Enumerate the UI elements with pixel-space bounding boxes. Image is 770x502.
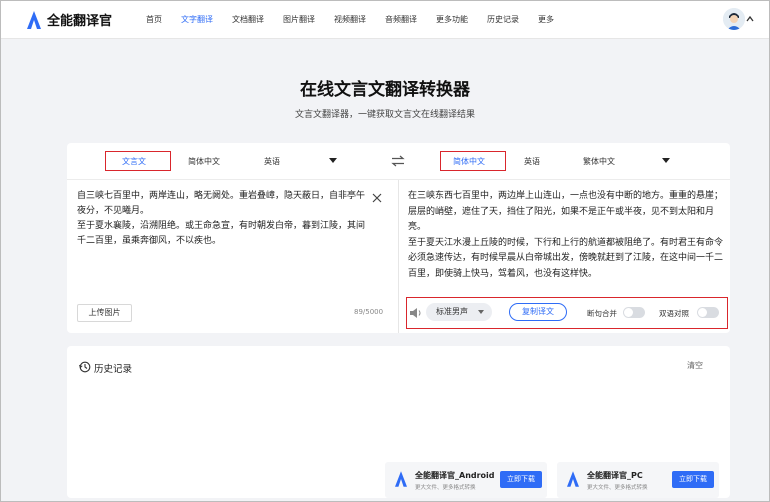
nav-history[interactable]: 历史记录 bbox=[487, 14, 519, 25]
promo-android: 全能翻译官_Android 更大文件、更多格式转换 立即下载 bbox=[385, 462, 547, 498]
promo-name: 全能翻译官_Android bbox=[415, 471, 495, 480]
nav-text-translate[interactable]: 文字翻译 bbox=[181, 14, 213, 25]
target-lang-traditional[interactable]: 繁体中文 bbox=[583, 156, 615, 167]
history-panel: 历史记录 清空 全能翻译官_Android 更大文件、更多格式转换 立即下载 全… bbox=[67, 346, 730, 498]
logo-text: 全能翻译官 bbox=[47, 14, 113, 29]
close-icon[interactable] bbox=[372, 193, 382, 203]
bilingual-toggle[interactable] bbox=[697, 307, 719, 318]
nav-more[interactable]: 更多 bbox=[538, 14, 554, 25]
promo-name: 全能翻译官_PC bbox=[587, 471, 643, 480]
target-lang-simplified[interactable]: 简体中文 bbox=[453, 156, 485, 167]
logo-icon bbox=[27, 10, 41, 29]
history-title: 历史记录 bbox=[94, 364, 133, 375]
page-subtitle: 文言文翻译器，一键获取文言文在线翻译结果 bbox=[294, 110, 475, 120]
source-lang-dropdown-icon[interactable] bbox=[329, 158, 337, 163]
voice-select-value: 标准男声 bbox=[436, 307, 468, 316]
promo-desc: 更大文件、更多格式转换 bbox=[415, 485, 476, 491]
download-pc-button[interactable]: 立即下载 bbox=[672, 471, 714, 488]
logo[interactable]: 全能翻译官 bbox=[27, 10, 112, 29]
merge-sentences-toggle[interactable] bbox=[623, 307, 645, 318]
merge-sentences-label: 断句合并 bbox=[587, 309, 617, 318]
copy-translation-button[interactable]: 复制译文 bbox=[509, 303, 567, 321]
promo-desc: 更大文件、更多格式转换 bbox=[587, 485, 648, 491]
source-text-input[interactable]: 自三峡七百里中，两岸连山，略无阙处。重岩叠嶂，隐天蔽日，自非亭午夜分，不见曦月。… bbox=[77, 189, 372, 249]
nav-audio-translate[interactable]: 音频翻译 bbox=[385, 14, 417, 25]
target-lang-dropdown-icon[interactable] bbox=[662, 158, 670, 163]
page-title: 在线文言文翻译转换器 bbox=[300, 80, 470, 100]
swap-languages-icon[interactable] bbox=[391, 155, 405, 167]
nav-doc-translate[interactable]: 文档翻译 bbox=[232, 14, 264, 25]
nav-image-translate[interactable]: 图片翻译 bbox=[283, 14, 315, 25]
promo-pc: 全能翻译官_PC 更大文件、更多格式转换 立即下载 bbox=[557, 462, 719, 498]
download-android-button[interactable]: 立即下载 bbox=[500, 471, 542, 488]
source-lang-english[interactable]: 英语 bbox=[264, 156, 280, 167]
nav-home[interactable]: 首页 bbox=[146, 14, 162, 25]
upload-image-button[interactable]: 上传图片 bbox=[77, 304, 132, 322]
target-lang-english[interactable]: 英语 bbox=[524, 156, 540, 167]
translator-card: 文言文 简体中文 英语 简体中文 英语 繁体中文 自三峡七百里中，两岸连山，略无… bbox=[67, 143, 730, 333]
main-nav: 首页 文字翻译 文档翻译 图片翻译 视频翻译 音频翻译 更多功能 历史记录 更多 bbox=[146, 14, 573, 25]
avatar[interactable] bbox=[723, 8, 745, 30]
logo-icon bbox=[567, 471, 579, 487]
nav-video-translate[interactable]: 视频翻译 bbox=[334, 14, 366, 25]
pane-divider bbox=[398, 180, 399, 333]
logo-icon bbox=[395, 471, 407, 487]
speaker-icon[interactable] bbox=[409, 307, 423, 319]
char-counter: 89/5000 bbox=[354, 308, 384, 316]
history-icon bbox=[79, 361, 91, 373]
translation-output: 在三峡东西七百里中，两边岸上山连山，一点也没有中断的地方。重重的悬崖；层层的峭壁… bbox=[408, 191, 724, 279]
clear-history-button[interactable]: 清空 bbox=[687, 360, 703, 371]
bilingual-label: 双语对照 bbox=[659, 309, 689, 318]
chevron-down-icon bbox=[478, 310, 484, 314]
chevron-up-icon[interactable] bbox=[746, 15, 754, 23]
top-header: 全能翻译官 首页 文字翻译 文档翻译 图片翻译 视频翻译 音频翻译 更多功能 历… bbox=[1, 1, 769, 39]
source-lang-simplified[interactable]: 简体中文 bbox=[188, 156, 220, 167]
voice-select[interactable]: 标准男声 bbox=[426, 303, 492, 321]
nav-more-features[interactable]: 更多功能 bbox=[436, 14, 468, 25]
language-bar: 文言文 简体中文 英语 简体中文 英语 繁体中文 bbox=[67, 143, 730, 180]
source-lang-classical[interactable]: 文言文 bbox=[122, 156, 146, 167]
